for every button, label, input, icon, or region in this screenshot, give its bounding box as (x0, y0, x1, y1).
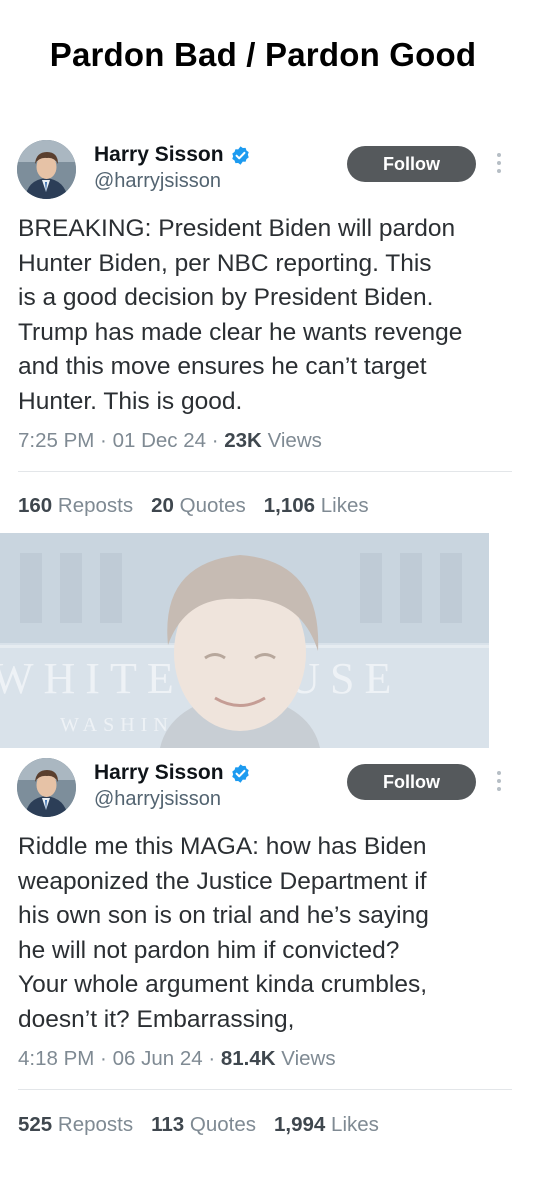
quotes-label: Quotes (189, 1113, 257, 1136)
more-options-icon[interactable] (494, 769, 504, 795)
follow-button[interactable]: Follow (347, 764, 476, 800)
avatar[interactable] (17, 758, 76, 817)
views-label: Views (267, 429, 322, 452)
verified-badge-icon (230, 763, 251, 784)
reposts-count: 525 (18, 1113, 53, 1136)
more-options-icon[interactable] (494, 151, 504, 177)
tweet-date[interactable]: 01 Dec 24 (113, 429, 206, 452)
likes-count: 1,106 (263, 494, 316, 517)
reposts-stat[interactable]: 160 Reposts (18, 494, 133, 518)
tweet-stats: 160 Reposts 20 Quotes 1,106 Likes (18, 494, 369, 518)
reposts-label: Reposts (57, 1113, 134, 1136)
avatar[interactable] (17, 140, 76, 199)
display-name[interactable]: Harry Sisson (94, 761, 224, 785)
quotes-stat[interactable]: 20 Quotes (151, 494, 246, 518)
divider (18, 471, 512, 472)
display-name[interactable]: Harry Sisson (94, 143, 224, 167)
user-handle[interactable]: @harryjsisson (94, 170, 221, 193)
quotes-count: 113 (151, 1113, 185, 1136)
likes-label: Likes (320, 494, 369, 517)
reposts-count: 160 (18, 494, 53, 517)
tweet-date[interactable]: 06 Jun 24 (113, 1047, 203, 1070)
quotes-count: 20 (151, 494, 174, 517)
views-count: 23K (224, 429, 262, 452)
reposts-stat[interactable]: 525 Reposts (18, 1113, 133, 1137)
quotes-stat[interactable]: 113 Quotes (151, 1113, 256, 1137)
likes-stat[interactable]: 1,106 Likes (264, 494, 369, 518)
views-count: 81.4K (220, 1047, 276, 1070)
tweet-text: BREAKING: President Biden will pardon Hu… (18, 215, 463, 415)
faded-photo: WHITE HOUSE WASHINGTON (0, 533, 489, 748)
likes-count: 1,994 (274, 1113, 326, 1136)
tweet-text: Riddle me this MAGA: how has Biden weapo… (18, 833, 429, 1033)
reposts-label: Reposts (57, 494, 134, 517)
tweet-meta: 4:18 PM · 06 Jun 24 · 81.4K Views (18, 1047, 336, 1070)
likes-label: Likes (331, 1113, 379, 1136)
tweet-time[interactable]: 7:25 PM (18, 429, 94, 452)
user-handle[interactable]: @harryjsisson (94, 788, 221, 811)
page-title: Pardon Bad / Pardon Good (49, 36, 477, 73)
verified-badge-icon (230, 145, 251, 166)
quotes-label: Quotes (179, 494, 246, 517)
tweet-meta: 7:25 PM · 01 Dec 24 · 23K Views (18, 429, 322, 452)
follow-button[interactable]: Follow (347, 146, 476, 182)
tweet-time[interactable]: 4:18 PM (18, 1047, 94, 1070)
views-label: Views (281, 1047, 336, 1070)
divider (18, 1089, 512, 1090)
likes-stat[interactable]: 1,994 Likes (274, 1113, 379, 1137)
tweet-stats: 525 Reposts 113 Quotes 1,994 Likes (18, 1113, 379, 1137)
